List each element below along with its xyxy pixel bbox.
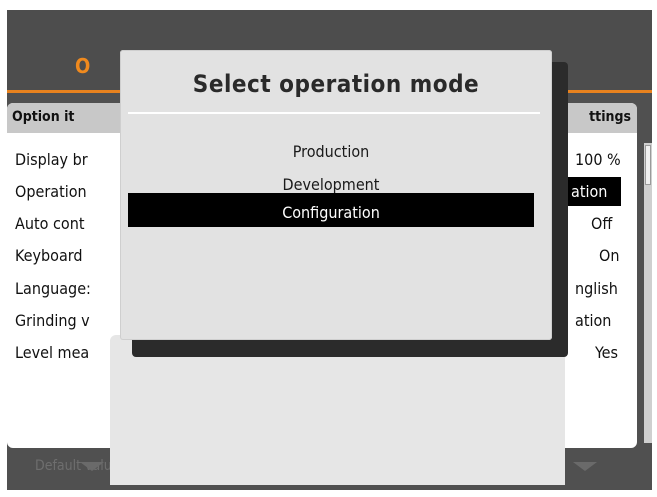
row-value-level[interactable]: Yes — [595, 343, 618, 362]
column-header-option: Option it — [12, 109, 75, 125]
row-label-auto[interactable]: Auto cont — [15, 214, 84, 233]
option-development[interactable]: Development — [128, 175, 534, 194]
row-value-operation[interactable]: ation — [571, 182, 607, 201]
dialog-divider — [128, 112, 540, 114]
row-value-auto[interactable]: Off — [591, 214, 612, 233]
row-value-grinding[interactable]: ation — [575, 311, 611, 330]
row-value-display[interactable]: 100 % — [575, 150, 621, 169]
softkey-label-default: Default value — [35, 458, 120, 474]
scrollbar[interactable] — [644, 143, 652, 443]
dialog-lower-area — [110, 335, 565, 485]
row-value-language[interactable]: nglish — [575, 279, 618, 298]
row-label-keyboard[interactable]: Keyboard — [15, 246, 83, 265]
option-production[interactable]: Production — [128, 142, 534, 161]
row-label-language[interactable]: Language: — [15, 279, 91, 298]
column-header-settings: ttings — [589, 109, 631, 125]
row-label-grinding[interactable]: Grinding v — [15, 311, 90, 330]
option-configuration[interactable]: Configuration — [128, 203, 534, 222]
row-label-display[interactable]: Display br — [15, 150, 88, 169]
dialog-title: Select operation mode — [192, 70, 480, 98]
row-value-keyboard[interactable]: On — [599, 246, 619, 265]
triangle-down-icon[interactable] — [80, 462, 104, 471]
row-label-operation[interactable]: Operation — [15, 182, 87, 201]
row-label-level[interactable]: Level mea — [15, 343, 89, 362]
page-title: O — [75, 54, 91, 78]
scroll-thumb[interactable] — [645, 145, 651, 185]
triangle-down-icon[interactable] — [573, 462, 597, 471]
